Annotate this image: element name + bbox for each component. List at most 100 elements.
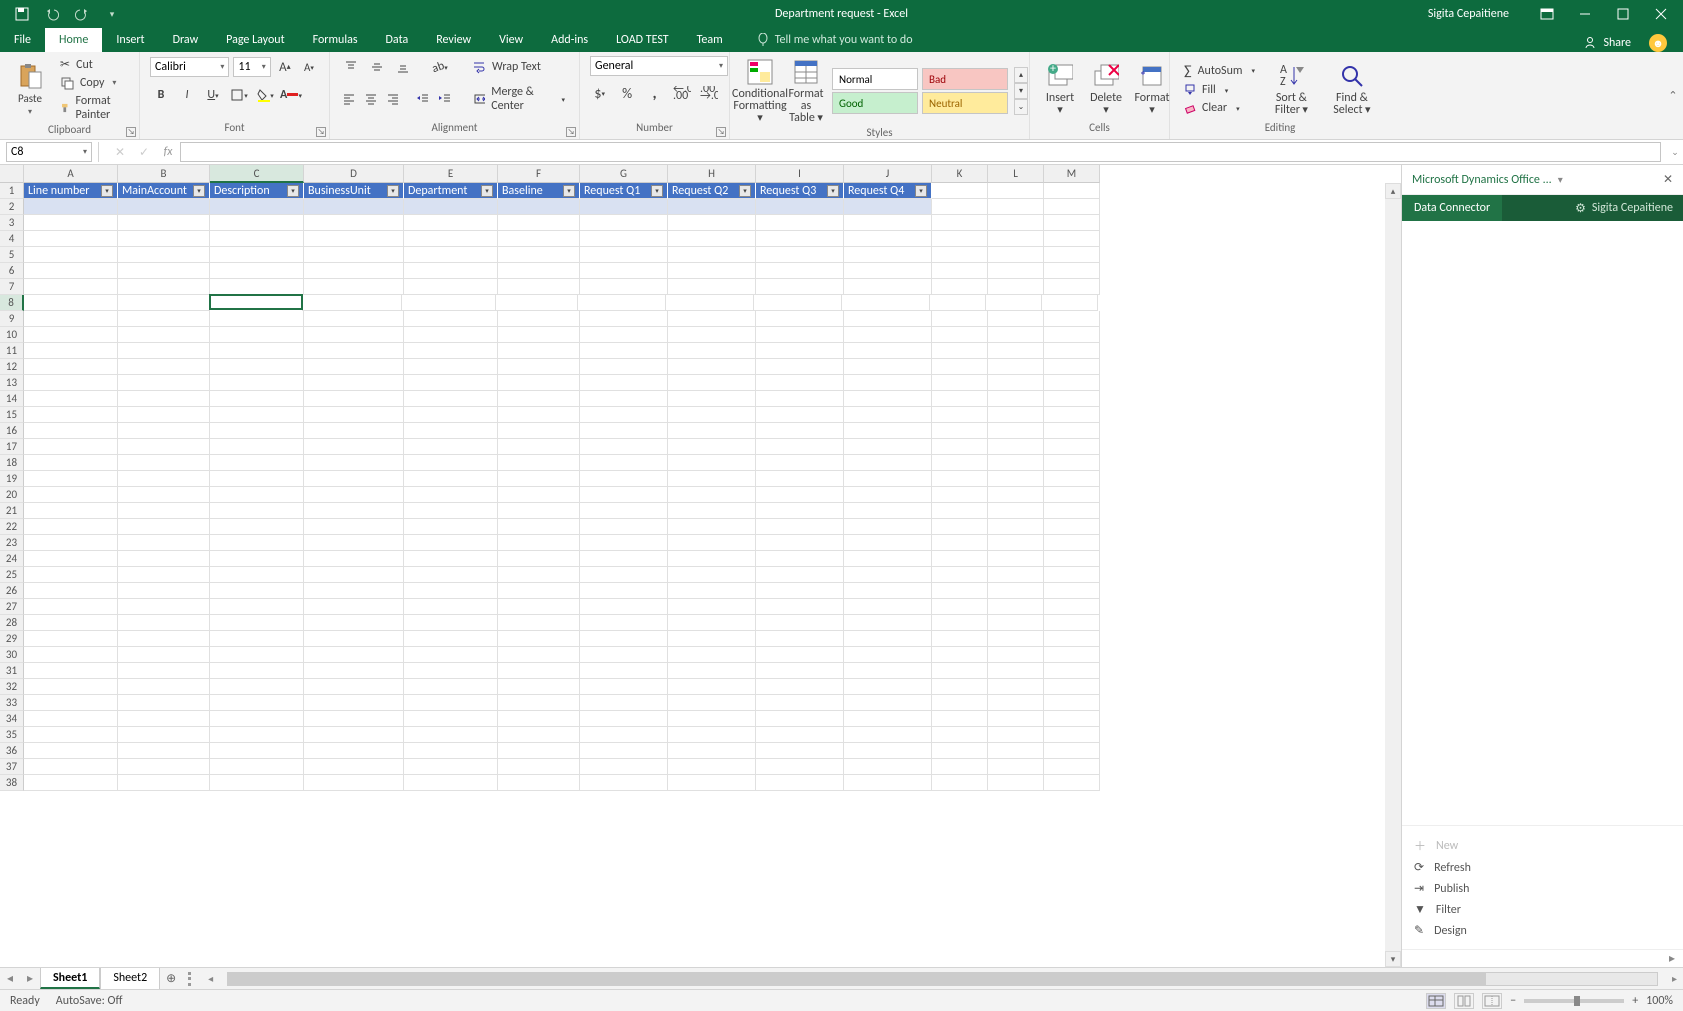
cell-C21[interactable] <box>210 503 304 519</box>
cell-E37[interactable] <box>404 759 498 775</box>
cell-M13[interactable] <box>1044 375 1100 391</box>
cell-L3[interactable] <box>988 215 1044 231</box>
cell-D15[interactable] <box>304 407 404 423</box>
cell-G11[interactable] <box>580 343 668 359</box>
clipboard-dialog-launcher[interactable]: ↘ <box>126 127 136 137</box>
cell-G3[interactable] <box>580 215 668 231</box>
cell-L38[interactable] <box>988 775 1044 791</box>
cell-I31[interactable] <box>756 663 844 679</box>
cell-K24[interactable] <box>932 551 988 567</box>
row-header-14[interactable]: 14 <box>0 391 24 407</box>
collapse-ribbon-icon[interactable]: ⌃ <box>1663 52 1683 139</box>
cell-E16[interactable] <box>404 423 498 439</box>
cell-H19[interactable] <box>668 471 756 487</box>
cell-G9[interactable] <box>580 311 668 327</box>
cell-A36[interactable] <box>24 743 118 759</box>
tell-me-search[interactable]: Tell me what you want to do <box>757 28 913 52</box>
cell-D30[interactable] <box>304 647 404 663</box>
cell-L28[interactable] <box>988 615 1044 631</box>
cell-F35[interactable] <box>498 727 580 743</box>
cell-L37[interactable] <box>988 759 1044 775</box>
cell-J26[interactable] <box>844 583 932 599</box>
cell-M19[interactable] <box>1044 471 1100 487</box>
cell-J19[interactable] <box>844 471 932 487</box>
cell-C29[interactable] <box>210 631 304 647</box>
cell-F1[interactable]: Baseline▾ <box>498 183 580 199</box>
conditional-formatting-button[interactable]: Conditional Formatting ▾ <box>740 56 780 126</box>
cell-B20[interactable] <box>118 487 210 503</box>
cell-L1[interactable] <box>988 183 1044 199</box>
cell-K20[interactable] <box>932 487 988 503</box>
cell-J29[interactable] <box>844 631 932 647</box>
row-header-31[interactable]: 31 <box>0 663 24 679</box>
paste-button[interactable]: Paste ▾ <box>10 61 50 119</box>
cell-G38[interactable] <box>580 775 668 791</box>
cell-H4[interactable] <box>668 231 756 247</box>
cell-A11[interactable] <box>24 343 118 359</box>
cell-K6[interactable] <box>932 263 988 279</box>
cell-F29[interactable] <box>498 631 580 647</box>
cell-B2[interactable] <box>118 199 210 215</box>
cell-K14[interactable] <box>932 391 988 407</box>
column-header-G[interactable]: G <box>580 165 668 183</box>
cell-M26[interactable] <box>1044 583 1100 599</box>
row-header-21[interactable]: 21 <box>0 503 24 519</box>
filter-dropdown-request-q1[interactable]: ▾ <box>651 185 663 197</box>
autosum-button[interactable]: ∑AutoSum▾ <box>1180 61 1259 80</box>
cell-L33[interactable] <box>988 695 1044 711</box>
cell-F8[interactable] <box>496 295 578 311</box>
cell-K11[interactable] <box>932 343 988 359</box>
cell-B5[interactable] <box>118 247 210 263</box>
row-header-4[interactable]: 4 <box>0 231 24 247</box>
cell-G4[interactable] <box>580 231 668 247</box>
cell-K3[interactable] <box>932 215 988 231</box>
cell-C26[interactable] <box>210 583 304 599</box>
style-good[interactable]: Good <box>832 92 918 114</box>
cell-I18[interactable] <box>756 455 844 471</box>
cell-C9[interactable] <box>210 311 304 327</box>
cell-C16[interactable] <box>210 423 304 439</box>
cell-E25[interactable] <box>404 567 498 583</box>
cell-F16[interactable] <box>498 423 580 439</box>
cell-I7[interactable] <box>756 279 844 295</box>
tab-add-ins[interactable]: Add-ins <box>537 28 602 52</box>
cell-H20[interactable] <box>668 487 756 503</box>
filter-dropdown-line-number[interactable]: ▾ <box>101 185 113 197</box>
cell-D21[interactable] <box>304 503 404 519</box>
cell-A29[interactable] <box>24 631 118 647</box>
sheet-nav-prev[interactable]: ◂ <box>7 971 13 986</box>
cell-L6[interactable] <box>988 263 1044 279</box>
cell-K1[interactable] <box>932 183 988 199</box>
tab-review[interactable]: Review <box>422 28 485 52</box>
cell-L23[interactable] <box>988 535 1044 551</box>
cell-C17[interactable] <box>210 439 304 455</box>
cell-A9[interactable] <box>24 311 118 327</box>
cell-E3[interactable] <box>404 215 498 231</box>
row-header-5[interactable]: 5 <box>0 247 24 263</box>
cell-L32[interactable] <box>988 679 1044 695</box>
cell-L30[interactable] <box>988 647 1044 663</box>
column-header-B[interactable]: B <box>118 165 210 183</box>
cell-E19[interactable] <box>404 471 498 487</box>
hscroll-right[interactable]: ▸ <box>1672 972 1677 985</box>
cell-F33[interactable] <box>498 695 580 711</box>
cell-A16[interactable] <box>24 423 118 439</box>
cell-K33[interactable] <box>932 695 988 711</box>
cell-E4[interactable] <box>404 231 498 247</box>
cell-M24[interactable] <box>1044 551 1100 567</box>
column-header-I[interactable]: I <box>756 165 844 183</box>
row-header-15[interactable]: 15 <box>0 407 24 423</box>
cell-C18[interactable] <box>210 455 304 471</box>
cell-B33[interactable] <box>118 695 210 711</box>
qat-dropdown-icon[interactable]: ▾ <box>104 6 120 22</box>
cell-C11[interactable] <box>210 343 304 359</box>
cell-M32[interactable] <box>1044 679 1100 695</box>
row-header-19[interactable]: 19 <box>0 471 24 487</box>
cell-L9[interactable] <box>988 311 1044 327</box>
pane-user-button[interactable]: ⚙ Sigita Cepaitiene <box>1565 195 1683 221</box>
cell-L26[interactable] <box>988 583 1044 599</box>
cell-F37[interactable] <box>498 759 580 775</box>
cell-E11[interactable] <box>404 343 498 359</box>
wrap-text-button[interactable]: Wrap Text <box>468 59 545 75</box>
cell-I2[interactable] <box>756 199 844 215</box>
